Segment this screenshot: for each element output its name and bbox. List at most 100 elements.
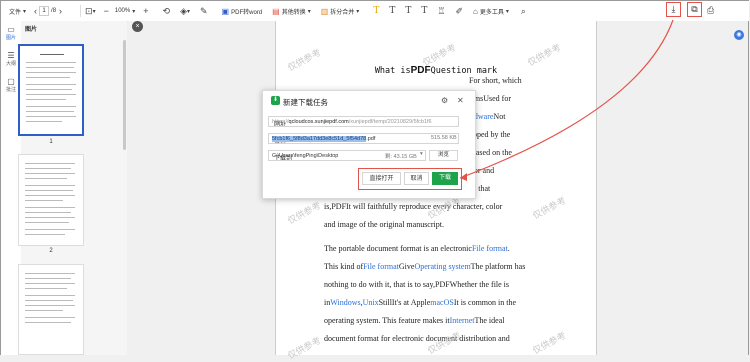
main-toolbar: 文件 ▾ ‹ 1 /8 › ⊡ ▾ − 100% ▾ + ⟲ ◈ ▾ ✎ ▣ PDF转wo… <box>0 0 749 22</box>
plus-icon: + <box>143 6 149 16</box>
document-line: The portable document format is an elect… <box>324 244 510 253</box>
zoom-in-button[interactable]: + <box>143 1 148 21</box>
file-menu-label: 文件 <box>9 9 22 16</box>
download-confirm-button[interactable]: 下载 <box>432 172 458 185</box>
download-icon: ⤓ <box>671 4 676 14</box>
printer-icon: ⎙ <box>707 4 715 15</box>
watermark: 仅供参考 <box>530 330 568 356</box>
document-line: is,PDFIt will faithfully reproduce every… <box>324 202 503 211</box>
close-icon[interactable]: ✕ <box>457 96 464 105</box>
chevron-down-icon[interactable]: ▾ <box>420 151 423 157</box>
stamp-icon: ♖ <box>437 5 446 16</box>
convert-icon: ▤ <box>272 6 280 16</box>
url-field[interactable]: https://qcloudcos.xunjiepdf.com/xunjiepd… <box>268 116 459 127</box>
thumbnail-scrollbar[interactable] <box>123 40 126 150</box>
print-button[interactable]: ⎙ <box>707 0 714 20</box>
watermark: 仅供参考 <box>285 335 323 361</box>
minus-icon: − <box>103 6 109 16</box>
watermark: 仅供参考 <box>530 195 568 221</box>
rotate-button[interactable]: ⟲ <box>163 1 171 21</box>
pdf-to-word-label: PDF转word <box>231 9 263 16</box>
watermark: 仅供参考 <box>425 330 463 356</box>
page-nav: ‹ 1 /8 › <box>34 1 62 21</box>
text-box-button[interactable]: T <box>421 1 427 21</box>
search-button[interactable]: ⌕ <box>521 1 526 21</box>
share-button[interactable]: ⧉ <box>687 2 702 17</box>
cancel-button[interactable]: 取消 <box>404 172 429 185</box>
open-directly-button[interactable]: 直接打开 <box>362 172 401 185</box>
document-line: operating system. This feature makes itI… <box>324 316 505 325</box>
word-icon: ▣ <box>221 6 230 16</box>
document-line: document format for electronic document … <box>324 334 510 343</box>
download-button[interactable]: ⤓ <box>666 2 681 17</box>
browse-button[interactable]: 浏览 <box>429 150 458 161</box>
assistant-badge[interactable]: ◉ <box>734 30 744 40</box>
text-highlight-button[interactable]: T <box>373 1 379 21</box>
zoom-value: 100% <box>114 8 131 14</box>
sign-button[interactable]: ✐ <box>455 1 463 21</box>
document-title: What isPDFQuestion mark <box>374 65 498 76</box>
free-space: 剩: 43.15 GB <box>385 154 417 160</box>
more-tools-button[interactable]: ⌂ 更多工具 ▾ <box>473 1 509 21</box>
chevron-down-icon: ▾ <box>356 8 360 15</box>
chevron-down-icon: ▾ <box>505 8 509 15</box>
prev-page-icon[interactable]: ‹ <box>34 6 37 16</box>
thumbnail-page-number: 2 <box>49 248 53 254</box>
sidebar-item-label: 大纲 <box>5 61 16 67</box>
pdf-to-word-button[interactable]: ▣ PDF转word <box>222 1 263 21</box>
highlight-button[interactable]: ✎ <box>200 1 208 21</box>
file-menu[interactable]: 文件 ▾ <box>9 1 26 21</box>
page-total: /8 <box>51 8 57 14</box>
chevron-down-icon: ▾ <box>132 8 136 15</box>
split-icon: ▥ <box>320 6 329 16</box>
page-thumbnail-2[interactable] <box>18 154 84 246</box>
fit-page-button[interactable]: ⊡ ▾ <box>85 1 96 21</box>
chevron-down-icon: ▾ <box>23 8 27 15</box>
search-icon: ⌕ <box>520 5 526 16</box>
sidebar-item-thumbnails[interactable]: ▭ 图片 <box>1 25 21 41</box>
zoom-select[interactable]: 100% ▾ <box>115 1 135 21</box>
fit-page-icon: ⊡ <box>85 5 93 16</box>
close-panel-button[interactable]: × <box>132 21 143 32</box>
page-thumbnail-1[interactable] <box>18 44 84 136</box>
close-icon: × <box>135 23 140 30</box>
text-box-icon: T <box>421 6 428 16</box>
thumbnail-page-number: 1 <box>49 139 53 145</box>
fill-color-button[interactable]: ◈ ▾ <box>180 1 190 21</box>
page-thumbnail-3[interactable] <box>18 264 84 355</box>
download-app-logo-icon: ⬇ <box>271 96 280 105</box>
chevron-down-icon: ▾ <box>307 8 311 15</box>
other-convert-button[interactable]: ▤ 其他转换 ▾ <box>272 1 311 21</box>
stamp-button[interactable]: ♖ <box>437 1 445 21</box>
document-line: nothing to do with it, that is to say,PD… <box>324 280 510 289</box>
text-highlight-icon: T <box>373 6 380 16</box>
text-strike-icon: T <box>405 6 412 16</box>
text-strike-button[interactable]: T <box>405 1 411 21</box>
document-line: For short, which <box>469 76 522 85</box>
document-line: and image of the original manuscript. <box>324 220 444 229</box>
chevron-down-icon: ▾ <box>186 8 190 15</box>
next-page-icon[interactable]: › <box>59 6 62 16</box>
signature-icon: ✐ <box>455 5 463 16</box>
thumbnail-panel-title: 图片 <box>25 27 38 33</box>
other-convert-label: 其他转换 <box>281 9 306 16</box>
text-underline-button[interactable]: T <box>389 1 395 21</box>
settings-icon[interactable]: ⚙ <box>441 96 448 105</box>
more-tools-label: 更多工具 <box>479 9 504 16</box>
sidebar-item-label: 批注 <box>5 87 16 93</box>
sidebar-item-label: 图片 <box>5 35 16 41</box>
image-icon: ▭ <box>7 25 15 34</box>
toolbox-icon: ⌂ <box>473 6 478 16</box>
highlighter-icon: ✎ <box>200 5 208 16</box>
chevron-down-icon: ▾ <box>92 8 96 15</box>
watermark: 仅供参考 <box>285 200 323 226</box>
split-merge-label: 拆分合并 <box>330 9 355 16</box>
text-underline-icon: T <box>389 6 396 16</box>
paint-bucket-icon: ◈ <box>180 5 187 16</box>
file-size: 515.58 KB <box>431 135 457 141</box>
rotate-icon: ⟲ <box>162 5 171 16</box>
document-line: This kind ofFile formatGiveOperating sys… <box>324 262 526 271</box>
zoom-out-button[interactable]: − <box>104 1 109 21</box>
page-number-input[interactable]: 1 <box>39 6 50 16</box>
split-merge-button[interactable]: ▥ 拆分合并 ▾ <box>321 1 360 21</box>
